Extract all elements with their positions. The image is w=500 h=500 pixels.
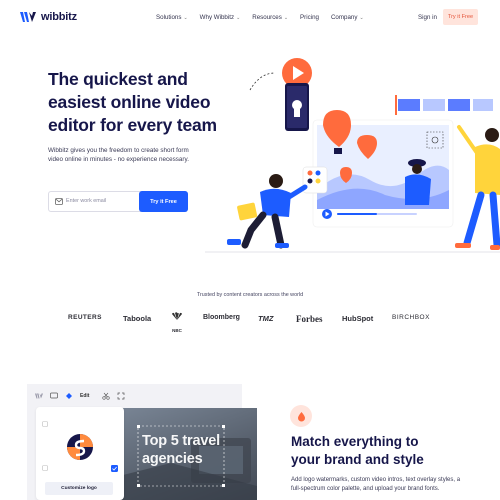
forbes-logo: Forbes bbox=[296, 314, 323, 324]
scissors-icon[interactable] bbox=[102, 392, 111, 400]
chevron-down-icon: ⌄ bbox=[236, 14, 241, 21]
hero-description: Wibbitz gives you the freedom to create … bbox=[48, 147, 189, 163]
hero-illustration bbox=[205, 58, 500, 253]
paint-drop-icon bbox=[297, 411, 305, 421]
nav-company[interactable]: Company ⌄ bbox=[331, 14, 364, 21]
hubspot-logo: HubSpot bbox=[342, 314, 374, 323]
paint-bucket-icon[interactable] bbox=[65, 392, 73, 400]
try-free-button[interactable]: Try it Free bbox=[139, 191, 188, 212]
try-free-nav-button[interactable]: Try it Free bbox=[443, 9, 478, 25]
nav-resources-label: Resources bbox=[252, 14, 282, 21]
taboola-logo: Taboola bbox=[123, 314, 152, 323]
nbc-label: NBC bbox=[172, 328, 182, 333]
nbc-logo: NBC bbox=[170, 310, 184, 333]
wibbitz-logo-icon bbox=[35, 393, 43, 399]
checkbox[interactable] bbox=[42, 465, 48, 471]
wibbitz-logo-icon bbox=[20, 12, 36, 22]
nav-resources[interactable]: Resources ⌄ bbox=[252, 14, 288, 21]
feature-title-line: Match everything to bbox=[291, 434, 419, 449]
checkbox[interactable] bbox=[42, 421, 48, 427]
nav-why-wibbitz-label: Why Wibbitz bbox=[199, 14, 235, 21]
chevron-down-icon: ⌄ bbox=[183, 14, 188, 21]
nav-pricing[interactable]: Pricing bbox=[300, 14, 319, 21]
comment-icon[interactable] bbox=[50, 392, 58, 400]
selection-frame bbox=[137, 425, 225, 487]
nav-solutions[interactable]: Solutions ⌄ bbox=[156, 14, 188, 21]
email-placeholder: Enter work email bbox=[66, 198, 107, 204]
logo-text: wibbitz bbox=[41, 11, 77, 23]
chevron-down-icon: ⌄ bbox=[359, 14, 364, 21]
brand-logo-icon bbox=[67, 434, 93, 460]
expand-icon[interactable] bbox=[117, 392, 125, 400]
logo[interactable]: wibbitz bbox=[20, 11, 77, 23]
nav-solutions-label: Solutions bbox=[156, 14, 182, 21]
checkbox-checked[interactable] bbox=[111, 465, 118, 472]
editor-toolbar: Edit bbox=[35, 392, 125, 400]
nbc-peacock-icon bbox=[172, 312, 182, 320]
nav-why-wibbitz[interactable]: Why Wibbitz ⌄ bbox=[200, 14, 241, 21]
nav-links: Solutions ⌄ Why Wibbitz ⌄ Resources ⌄ Prici… bbox=[156, 14, 376, 21]
reuters-logo: REUTERS bbox=[68, 314, 102, 321]
nav-company-label: Company bbox=[330, 14, 358, 21]
feature-description: Add logo watermarks, custom video intros… bbox=[291, 477, 461, 492]
trusted-label: Trusted by content creators across the w… bbox=[196, 292, 304, 298]
edit-label[interactable]: Edit bbox=[80, 393, 89, 399]
top-nav: wibbitz Solutions ⌄ Why Wibbitz ⌄ Resource… bbox=[0, 0, 500, 36]
feature-title-line: your brand and style bbox=[291, 452, 424, 467]
signin-link[interactable]: Sign in bbox=[418, 14, 437, 21]
feature-title: Match everything to your brand and style bbox=[291, 433, 481, 469]
brand-logos: REUTERS Taboola NBC Bloomberg TMZ Forbes… bbox=[62, 310, 447, 333]
nav-pricing-label: Pricing bbox=[300, 14, 319, 21]
birchbox-logo: BIRCHBOX bbox=[392, 314, 430, 321]
bloomberg-logo: Bloomberg bbox=[203, 314, 240, 321]
customize-logo-button[interactable]: Customize logo bbox=[45, 482, 113, 495]
tmz-logo: TMZ bbox=[258, 314, 274, 323]
mail-icon bbox=[55, 198, 63, 205]
chevron-down-icon: ⌄ bbox=[283, 14, 289, 21]
palette-icon bbox=[290, 405, 312, 427]
